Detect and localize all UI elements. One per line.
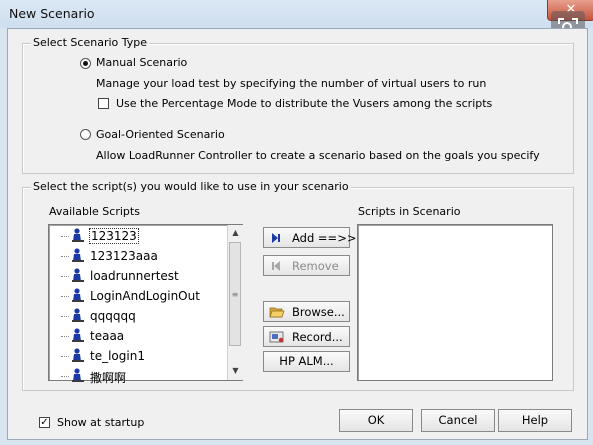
list-item-label: 撒啊啊 (90, 371, 127, 385)
percentage-mode-label[interactable]: Use the Percentage Mode to distribute th… (116, 97, 492, 110)
scroll-up-icon[interactable]: ▲ (228, 225, 243, 240)
script-icon (72, 308, 84, 322)
remove-icon (272, 261, 280, 271)
scripts-group: Select the script(s) you would like to u… (22, 180, 574, 391)
list-item-label: te_login1 (90, 349, 145, 363)
tree-connector (61, 276, 69, 277)
script-icon (72, 228, 84, 242)
record-button[interactable]: Record... (263, 326, 350, 347)
list-item-label: 123123aaa (90, 249, 158, 263)
tree-connector (61, 256, 69, 257)
list-item-label: 123123 (89, 228, 139, 244)
goal-oriented-label[interactable]: Goal-Oriented Scenario (96, 128, 225, 141)
percentage-mode-checkbox[interactable] (98, 98, 109, 109)
remove-button[interactable]: Remove (263, 255, 350, 276)
ok-button-label: OK (367, 413, 385, 427)
window-title: New Scenario (9, 6, 95, 21)
script-icon (72, 328, 84, 342)
tree-connector (61, 336, 69, 337)
cancel-button-label: Cancel (438, 413, 478, 427)
add-button[interactable]: Add ==>> (263, 227, 356, 248)
available-scripts-label: Available Scripts (49, 205, 140, 218)
list-item-label: loadrunnertest (90, 269, 179, 283)
tree-connector (61, 236, 69, 237)
hp-alm-button[interactable]: HP ALM... (263, 351, 350, 372)
add-arrow-icon (272, 233, 280, 243)
remove-button-label: Remove (292, 259, 339, 273)
goal-oriented-radio[interactable] (80, 129, 91, 140)
dialog-body: Select Scenario Type Manual Scenario Man… (7, 28, 588, 440)
help-button[interactable]: Help (498, 409, 572, 432)
list-item-label: LoginAndLoginOut (90, 289, 200, 303)
goal-oriented-description: Allow LoadRunner Controller to create a … (96, 149, 540, 162)
tree-connector (61, 296, 69, 297)
ok-button[interactable]: OK (339, 409, 413, 432)
scenario-type-group: Select Scenario Type Manual Scenario Man… (22, 36, 574, 174)
script-icon (72, 288, 84, 302)
tree-connector (61, 356, 69, 357)
help-button-label: Help (521, 413, 549, 427)
manual-scenario-description: Manage your load test by specifying the … (96, 77, 487, 90)
cancel-button[interactable]: Cancel (421, 409, 495, 432)
show-at-startup-label[interactable]: Show at startup (57, 416, 144, 429)
script-icon (72, 248, 84, 262)
hp-alm-button-label: HP ALM... (279, 354, 334, 368)
scenario-type-legend: Select Scenario Type (31, 36, 150, 49)
scroll-down-icon[interactable]: ▼ (228, 363, 243, 378)
browse-button[interactable]: Browse... (263, 301, 350, 322)
add-button-label: Add ==>> (292, 231, 357, 245)
manual-scenario-radio[interactable] (80, 58, 91, 69)
scroll-thumb[interactable]: ≡ (229, 242, 241, 346)
list-item-label: qqqqqq (90, 309, 136, 323)
scripts-legend: Select the script(s) you would like to u… (31, 180, 351, 193)
script-icon (72, 368, 84, 382)
record-icon (269, 331, 284, 343)
scripts-in-scenario-list[interactable] (357, 224, 553, 381)
record-button-label: Record... (292, 330, 343, 344)
browse-button-label: Browse... (292, 305, 345, 319)
tree-connector (61, 376, 69, 377)
script-icon (72, 348, 84, 362)
show-at-startup-checkbox[interactable]: ✓ (39, 417, 50, 428)
folder-open-icon (269, 307, 285, 318)
manual-scenario-label[interactable]: Manual Scenario (96, 56, 187, 69)
available-scripts-list[interactable]: 123123 123123aaa loadrunnertest LoginAndLog… (48, 224, 243, 385)
tree-connector (61, 316, 69, 317)
list-item-label: teaaa (90, 329, 125, 343)
available-scripts-scrollbar[interactable]: ▲ ≡ ▼ (227, 225, 243, 380)
title-bar: New Scenario ✕ (0, 0, 593, 45)
scripts-in-scenario-label: Scripts in Scenario (358, 205, 461, 218)
script-icon (72, 268, 84, 282)
